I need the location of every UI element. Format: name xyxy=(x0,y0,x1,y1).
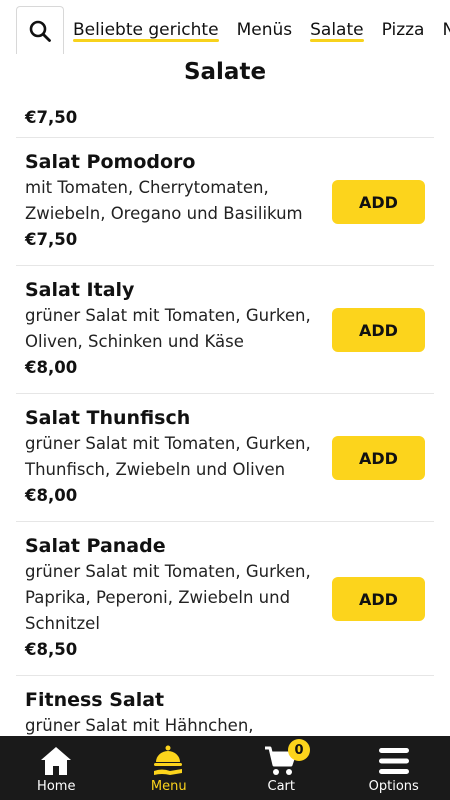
tab-pizza[interactable]: Pizza xyxy=(382,0,425,56)
list-item: Salat Thunfisch grüner Salat mit Tomaten… xyxy=(16,394,434,522)
cart-count-badge: 0 xyxy=(288,739,310,761)
nav-cart-label: Cart xyxy=(267,779,296,794)
item-description: grüner Salat mit Tomaten, Gurken, Oliven… xyxy=(25,306,311,351)
category-tabs: Beliebte gerichte Menüs Salate Pizza N xyxy=(73,0,450,56)
nav-menu-label: Menu xyxy=(150,779,187,794)
add-button[interactable]: ADD xyxy=(332,308,425,352)
item-price: €7,50 xyxy=(25,108,78,127)
hamburger-menu-icon xyxy=(378,748,409,774)
item-description: grüner Salat mit Hähnchen, xyxy=(25,716,254,735)
search-button[interactable] xyxy=(16,6,64,54)
item-name: Salat Thunfisch xyxy=(25,407,191,429)
item-name: Fitness Salat xyxy=(25,689,165,711)
tab-next-partial[interactable]: N xyxy=(442,0,450,56)
nav-home-label: Home xyxy=(37,779,76,794)
search-icon xyxy=(29,20,51,42)
tab-menus[interactable]: Menüs xyxy=(237,0,293,56)
item-price: €7,50 xyxy=(25,230,78,249)
item-description: grüner Salat mit Tomaten, Gurken, Thunfi… xyxy=(25,434,311,479)
tab-salate[interactable]: Salate xyxy=(310,0,365,56)
menu-list[interactable]: €7,50 Salat Pomodoro mit Tomaten, Cherry… xyxy=(0,88,450,736)
item-price: €8,00 xyxy=(25,358,78,377)
item-name: Salat Italy xyxy=(25,279,135,301)
home-icon xyxy=(41,747,72,775)
list-item: Salat Italy grüner Salat mit Tomaten, Gu… xyxy=(16,266,434,394)
bottom-nav: Home Menu 0 Cart Options xyxy=(0,736,450,800)
add-button[interactable]: ADD xyxy=(332,577,425,621)
item-price: €8,50 xyxy=(25,640,78,659)
nav-options-label: Options xyxy=(368,779,419,794)
list-item: Salat Panade grüner Salat mit Tomaten, G… xyxy=(16,522,434,676)
nav-options[interactable]: Options xyxy=(338,736,450,800)
list-item: €7,50 xyxy=(16,88,434,138)
nav-home[interactable]: Home xyxy=(0,736,113,800)
tab-beliebte-gerichte[interactable]: Beliebte gerichte xyxy=(73,0,219,56)
item-description: mit Tomaten, Cherrytomaten, Zwiebeln, Or… xyxy=(25,178,303,223)
item-price: €8,00 xyxy=(25,486,78,505)
item-name: Salat Pomodoro xyxy=(25,151,196,173)
add-button[interactable]: ADD xyxy=(332,180,425,224)
nav-cart[interactable]: 0 Cart xyxy=(225,736,338,800)
section-title: Salate xyxy=(183,59,267,85)
item-name: Salat Panade xyxy=(25,535,166,557)
list-item: Salat Pomodoro mit Tomaten, Cherrytomate… xyxy=(16,138,434,266)
item-description: grüner Salat mit Tomaten, Gurken, Paprik… xyxy=(25,562,311,633)
list-item: Fitness Salat grüner Salat mit Hähnchen, xyxy=(16,676,434,736)
category-bar: Beliebte gerichte Menüs Salate Pizza N xyxy=(0,0,450,56)
cloche-icon xyxy=(153,745,182,775)
nav-menu[interactable]: Menu xyxy=(113,736,226,800)
add-button[interactable]: ADD xyxy=(332,436,425,480)
